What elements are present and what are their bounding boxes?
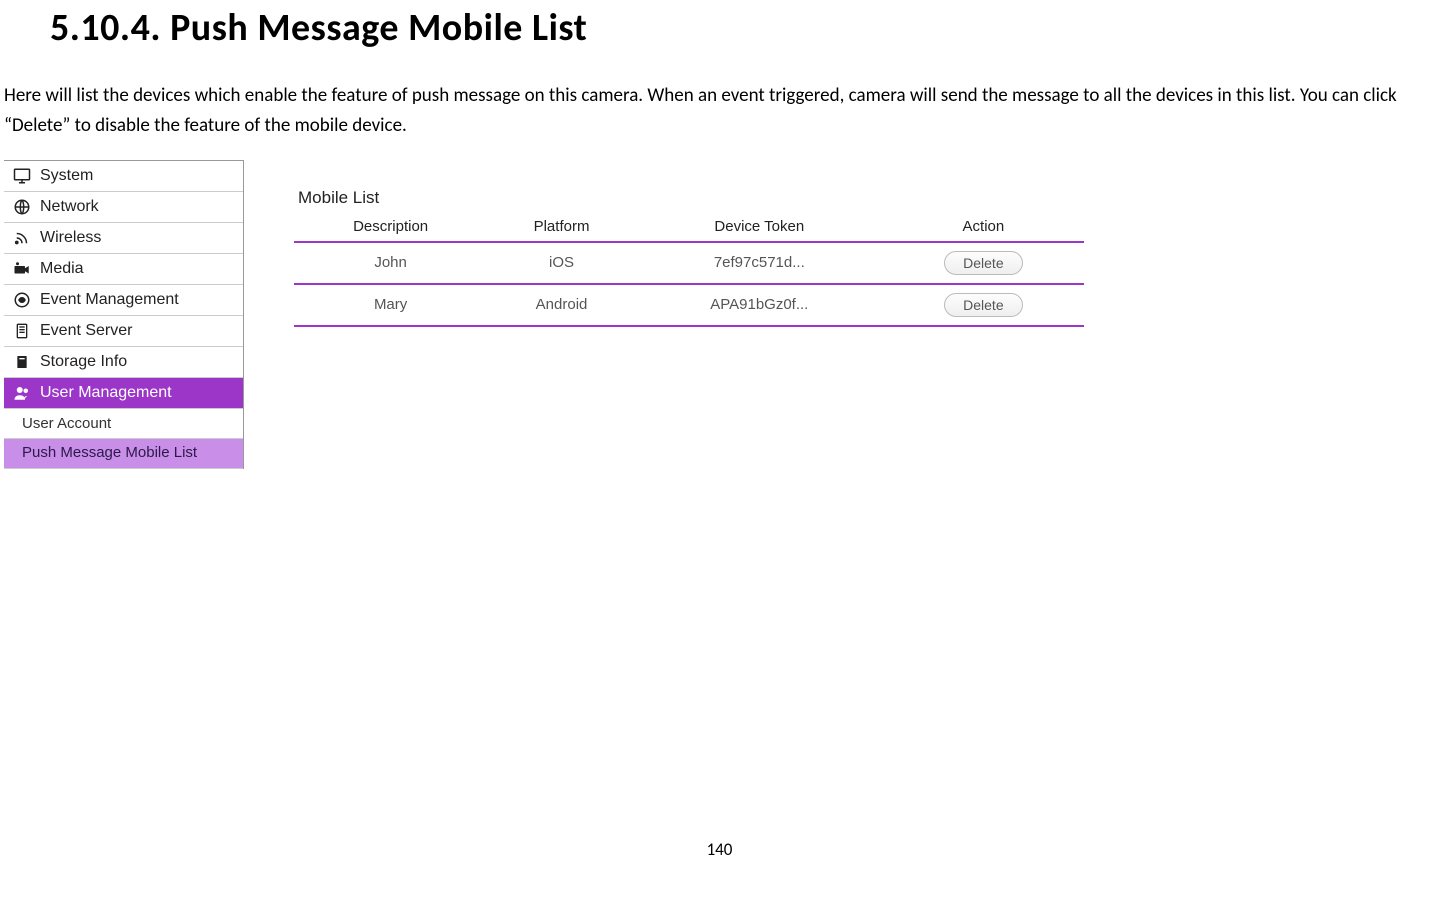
- cell-platform: Android: [487, 284, 636, 326]
- sidebar-item-media[interactable]: Media: [4, 254, 243, 285]
- cell-description: Mary: [294, 284, 487, 326]
- sidebar-item-label: System: [40, 167, 93, 185]
- sidebar-item-label: User Management: [40, 384, 172, 402]
- table-header-row: Description Platform Device Token Action: [294, 212, 1084, 242]
- table-row: John iOS 7ef97c571d... Delete: [294, 242, 1084, 284]
- camera-icon: [12, 259, 32, 279]
- sidebar-subitem-user-account[interactable]: User Account: [4, 409, 243, 439]
- globe-icon: [12, 197, 32, 217]
- cell-token: APA91bGz0f...: [636, 284, 883, 326]
- cell-description: John: [294, 242, 487, 284]
- sidebar-item-network[interactable]: Network: [4, 192, 243, 223]
- col-action: Action: [883, 212, 1084, 242]
- cell-action: Delete: [883, 242, 1084, 284]
- sidebar-item-label: Network: [40, 198, 99, 216]
- col-description: Description: [294, 212, 487, 242]
- intro-paragraph: Here will list the devices which enable …: [4, 81, 1435, 142]
- eye-icon: [12, 290, 32, 310]
- col-platform: Platform: [487, 212, 636, 242]
- sidebar-item-label: Media: [40, 260, 84, 278]
- sidebar-subitem-label: Push Message Mobile List: [22, 444, 197, 461]
- section-heading: 5.10.4. Push Message Mobile List: [50, 5, 1439, 51]
- sidebar-item-wireless[interactable]: Wireless: [4, 223, 243, 254]
- settings-sidebar: System Network Wireless Media: [4, 160, 244, 469]
- sidebar-item-system[interactable]: System: [4, 161, 243, 192]
- sidebar-item-label: Storage Info: [40, 353, 127, 371]
- server-icon: [12, 321, 32, 341]
- ui-screenshot-figure: System Network Wireless Media: [4, 160, 1439, 469]
- sidebar-item-event-server[interactable]: Event Server: [4, 316, 243, 347]
- panel-title: Mobile List: [298, 188, 1084, 208]
- cell-platform: iOS: [487, 242, 636, 284]
- user-icon: [12, 383, 32, 403]
- table-row: Mary Android APA91bGz0f... Delete: [294, 284, 1084, 326]
- delete-button[interactable]: Delete: [944, 251, 1022, 275]
- storage-icon: [12, 352, 32, 372]
- sidebar-item-storage-info[interactable]: Storage Info: [4, 347, 243, 378]
- monitor-icon: [12, 166, 32, 186]
- sidebar-item-label: Event Management: [40, 291, 179, 309]
- col-token: Device Token: [636, 212, 883, 242]
- sidebar-item-label: Event Server: [40, 322, 132, 340]
- page-number: 140: [0, 839, 1439, 860]
- sidebar-item-user-management[interactable]: User Management: [4, 378, 243, 409]
- sidebar-item-event-management[interactable]: Event Management: [4, 285, 243, 316]
- cell-token: 7ef97c571d...: [636, 242, 883, 284]
- mobile-list-table: Description Platform Device Token Action…: [294, 212, 1084, 327]
- sidebar-subitem-push-message-mobile-list[interactable]: Push Message Mobile List: [4, 439, 243, 469]
- sidebar-item-label: Wireless: [40, 229, 101, 247]
- mobile-list-panel: Mobile List Description Platform Device …: [294, 160, 1084, 327]
- delete-button[interactable]: Delete: [944, 293, 1022, 317]
- sidebar-subitem-label: User Account: [22, 415, 111, 432]
- signal-icon: [12, 228, 32, 248]
- cell-action: Delete: [883, 284, 1084, 326]
